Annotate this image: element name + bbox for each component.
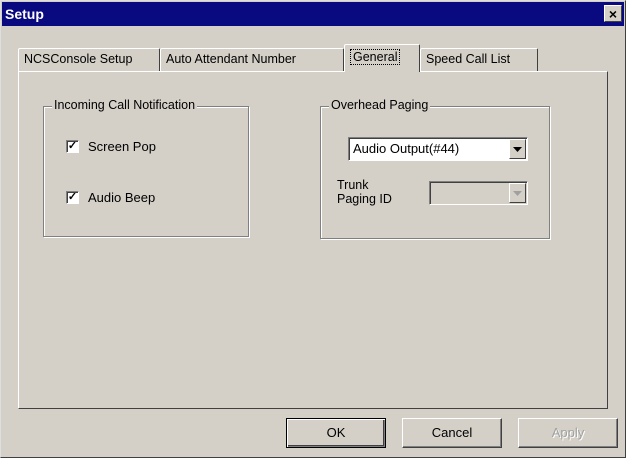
audio-output-value: Audio Output(#44) [353, 141, 460, 156]
window-title: Setup [5, 6, 44, 22]
tab-label: Auto Attendant Number [166, 52, 296, 66]
tab-general[interactable]: General [344, 44, 420, 72]
chevron-down-icon [513, 191, 522, 196]
trunk-paging-id-select[interactable] [429, 181, 528, 205]
tab-speed-call-list[interactable]: Speed Call List [420, 48, 538, 71]
close-button[interactable]: × [604, 5, 622, 22]
tab-label: General [350, 49, 401, 65]
tab-label: Speed Call List [426, 52, 511, 66]
tab-ncsconsole-setup[interactable]: NCSConsole Setup [18, 48, 160, 71]
audio-output-dropdown-button[interactable] [509, 139, 526, 159]
general-tab-panel: Incoming Call Notification ✓ Screen Pop … [18, 71, 608, 409]
overhead-paging-legend: Overhead Paging [329, 98, 431, 112]
trunk-paging-id-label: Trunk Paging ID [337, 178, 392, 206]
incoming-call-notification-legend: Incoming Call Notification [52, 98, 198, 112]
incoming-call-notification-group: Incoming Call Notification ✓ Screen Pop … [43, 98, 249, 237]
title-bar[interactable]: Setup × [2, 2, 624, 26]
overhead-paging-group: Overhead Paging Audio Output(#44) Trunk … [320, 98, 550, 239]
ok-button[interactable]: OK [286, 418, 386, 448]
audio-beep-check-icon: ✓ [66, 191, 79, 204]
setup-window: Setup × NCSConsole Setup Auto Attendant … [0, 0, 626, 458]
screen-pop-check-icon: ✓ [66, 140, 79, 153]
screen-pop-label: Screen Pop [88, 139, 156, 154]
tab-auto-attendant-number[interactable]: Auto Attendant Number [160, 48, 344, 71]
audio-beep-checkbox[interactable]: ✓ Audio Beep [66, 190, 155, 205]
cancel-button[interactable]: Cancel [402, 418, 502, 448]
close-icon: × [608, 6, 618, 22]
trunk-paging-dropdown-button[interactable] [509, 183, 526, 203]
apply-button[interactable]: Apply [518, 418, 618, 448]
audio-output-select[interactable]: Audio Output(#44) [348, 137, 528, 161]
tab-label: NCSConsole Setup [24, 52, 133, 66]
audio-beep-label: Audio Beep [88, 190, 156, 205]
chevron-down-icon [513, 147, 522, 152]
screen-pop-checkbox[interactable]: ✓ Screen Pop [66, 139, 156, 154]
